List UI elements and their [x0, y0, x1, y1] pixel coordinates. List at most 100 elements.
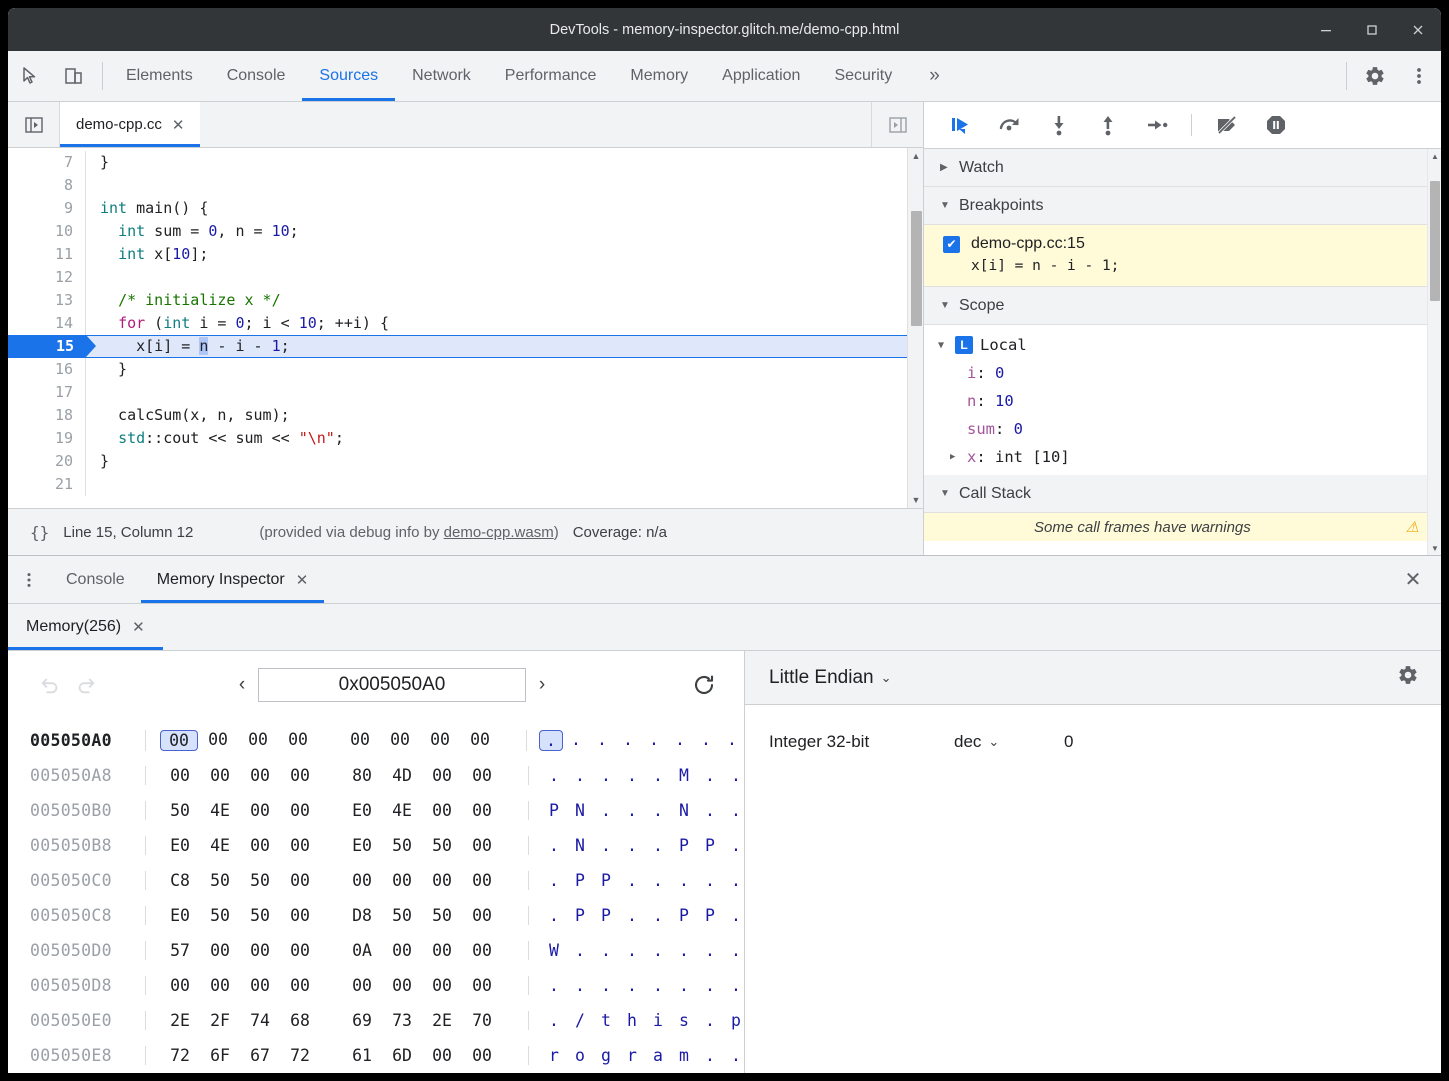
hex-byte[interactable]: 00: [462, 976, 502, 995]
hex-row[interactable]: 005050C0C850500000000000.PP.....: [30, 863, 744, 898]
hex-byte[interactable]: 00: [380, 730, 420, 751]
line-number[interactable]: 20: [8, 450, 86, 473]
ascii-char[interactable]: .: [563, 730, 589, 751]
code-line[interactable]: 7}: [8, 151, 923, 174]
hex-row[interactable]: 005050D80000000000000000........: [30, 968, 744, 1003]
line-number[interactable]: 11: [8, 243, 86, 266]
hex-byte[interactable]: 50: [382, 836, 422, 855]
hex-byte[interactable]: D8: [342, 906, 382, 925]
hex-byte[interactable]: 74: [240, 1011, 280, 1030]
pause-on-exceptions-icon[interactable]: [1253, 105, 1298, 145]
hex-byte[interactable]: 00: [462, 941, 502, 960]
hex-byte[interactable]: 4E: [200, 801, 240, 820]
ascii-char[interactable]: M: [671, 766, 697, 785]
hex-byte[interactable]: 00: [160, 766, 200, 785]
ascii-char[interactable]: .: [697, 1011, 723, 1030]
maximize-icon[interactable]: [1349, 8, 1395, 51]
line-number[interactable]: 10: [8, 220, 86, 243]
ascii-char[interactable]: s: [671, 1011, 697, 1030]
hex-byte[interactable]: 57: [160, 941, 200, 960]
ascii-char[interactable]: g: [593, 1046, 619, 1065]
code-line[interactable]: 21: [8, 473, 923, 496]
code-line[interactable]: 11 int x[10];: [8, 243, 923, 266]
ascii-char[interactable]: .: [619, 801, 645, 820]
ascii-char[interactable]: .: [697, 766, 723, 785]
hex-byte[interactable]: 00: [280, 906, 320, 925]
ascii-char[interactable]: r: [541, 1046, 567, 1065]
memory-tab[interactable]: Memory(256) ✕: [8, 604, 163, 650]
code-line[interactable]: 19 std::cout << sum << "\n";: [8, 427, 923, 450]
hex-byte[interactable]: 00: [238, 730, 278, 751]
scope-section-header[interactable]: ▼ Scope: [924, 287, 1441, 325]
hex-byte[interactable]: 00: [382, 871, 422, 890]
hex-byte[interactable]: 00: [240, 836, 280, 855]
ascii-char[interactable]: .: [619, 941, 645, 960]
scope-variable-n[interactable]: n: 10: [924, 387, 1441, 415]
line-number[interactable]: 13: [8, 289, 86, 312]
scope-variable-sum[interactable]: sum: 0: [924, 415, 1441, 443]
endianness-dropdown[interactable]: Little Endian ⌄: [769, 667, 891, 689]
ascii-char[interactable]: .: [723, 1046, 744, 1065]
chevron-right-icon[interactable]: ▶: [950, 452, 960, 462]
ascii-char[interactable]: .: [619, 976, 645, 995]
hex-row[interactable]: 005050E02E2F746869732E70./this.p: [30, 1003, 744, 1038]
hex-byte[interactable]: 00: [240, 976, 280, 995]
tab-security[interactable]: Security: [817, 51, 909, 101]
hex-byte[interactable]: 00: [462, 1046, 502, 1065]
hex-byte[interactable]: 00: [422, 871, 462, 890]
hex-byte[interactable]: 70: [462, 1011, 502, 1030]
ascii-char[interactable]: .: [567, 976, 593, 995]
scroll-up-arrow-icon[interactable]: ▲: [1428, 149, 1441, 163]
ascii-char[interactable]: .: [671, 941, 697, 960]
ascii-char[interactable]: .: [671, 976, 697, 995]
ascii-char[interactable]: .: [541, 871, 567, 890]
hex-byte[interactable]: 00: [278, 730, 318, 751]
hex-byte[interactable]: 00: [240, 801, 280, 820]
step-into-icon[interactable]: [1036, 105, 1081, 145]
ascii-char[interactable]: P: [567, 906, 593, 925]
code-line[interactable]: 9int main() {: [8, 197, 923, 220]
kebab-menu-icon[interactable]: [1397, 51, 1441, 101]
ascii-char[interactable]: .: [723, 836, 744, 855]
hex-byte[interactable]: 00: [280, 976, 320, 995]
hex-byte[interactable]: 00: [382, 976, 422, 995]
ascii-char[interactable]: .: [645, 941, 671, 960]
tab-sources[interactable]: Sources: [302, 51, 395, 101]
ascii-char[interactable]: .: [723, 906, 744, 925]
hex-byte[interactable]: 00: [462, 766, 502, 785]
gear-icon[interactable]: [1397, 664, 1419, 691]
hex-byte[interactable]: 69: [342, 1011, 382, 1030]
ascii-char[interactable]: .: [723, 766, 744, 785]
ascii-char[interactable]: N: [567, 836, 593, 855]
code-line[interactable]: 16 }: [8, 358, 923, 381]
ascii-char[interactable]: .: [593, 836, 619, 855]
code-line[interactable]: 10 int sum = 0, n = 10;: [8, 220, 923, 243]
step-over-icon[interactable]: [987, 105, 1032, 145]
hex-byte[interactable]: 2F: [200, 1011, 240, 1030]
code-line[interactable]: 18 calcSum(x, n, sum);: [8, 404, 923, 427]
tab-application[interactable]: Application: [705, 51, 817, 101]
ascii-char[interactable]: .: [541, 906, 567, 925]
ascii-char[interactable]: .: [697, 976, 723, 995]
hex-row[interactable]: 005050C8E0505000D8505000.PP..PP.: [30, 898, 744, 933]
hex-byte[interactable]: 4E: [200, 836, 240, 855]
file-tab-demo-cpp[interactable]: demo-cpp.cc ✕: [60, 102, 200, 147]
ascii-char[interactable]: m: [671, 1046, 697, 1065]
ascii-char[interactable]: .: [723, 941, 744, 960]
memory-tab-close-icon[interactable]: ✕: [132, 618, 145, 636]
line-number[interactable]: 7: [8, 151, 86, 174]
hex-byte[interactable]: 67: [240, 1046, 280, 1065]
ascii-char[interactable]: .: [615, 730, 641, 751]
hex-row[interactable]: 005050A00000000000000000........: [30, 723, 744, 758]
hex-byte[interactable]: 6D: [382, 1046, 422, 1065]
ascii-char[interactable]: .: [619, 836, 645, 855]
code-line[interactable]: 20}: [8, 450, 923, 473]
hex-byte[interactable]: 50: [200, 871, 240, 890]
hex-byte[interactable]: 73: [382, 1011, 422, 1030]
hex-byte[interactable]: 00: [422, 941, 462, 960]
hex-byte[interactable]: 00: [422, 976, 462, 995]
code-line[interactable]: 17: [8, 381, 923, 404]
hex-byte[interactable]: 00: [240, 941, 280, 960]
hex-byte[interactable]: 72: [160, 1046, 200, 1065]
scrollbar-thumb[interactable]: [1430, 181, 1440, 301]
